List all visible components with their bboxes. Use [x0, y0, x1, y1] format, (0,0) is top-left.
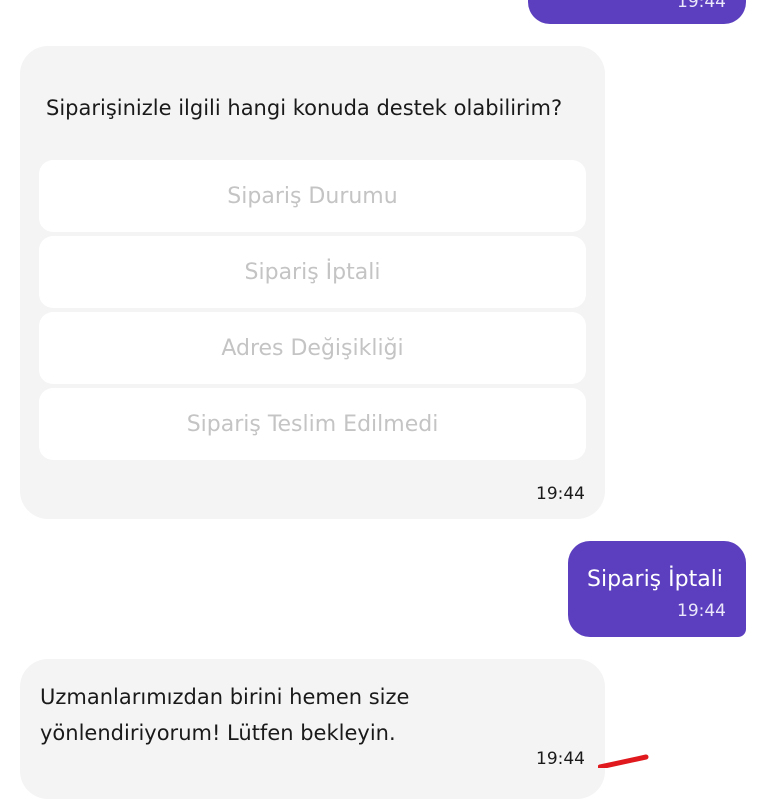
message-timestamp: 19:44: [677, 601, 726, 621]
message-timestamp: 19:44: [536, 749, 585, 769]
bot-question-bubble: Siparişinizle ilgili hangi konuda destek…: [20, 46, 605, 519]
message-timestamp: 19:44: [536, 484, 585, 504]
bot-reply-bubble: Uzmanlarımızdan birini hemen size yönlen…: [20, 659, 605, 799]
option-siparis-teslim-edilmedi[interactable]: Sipariş Teslim Edilmedi: [39, 388, 586, 460]
user-choice-bubble: Sipariş İptali 19:44: [568, 541, 746, 637]
option-siparis-durumu[interactable]: Sipariş Durumu: [39, 160, 586, 232]
option-siparis-iptali[interactable]: Sipariş İptali: [39, 236, 586, 308]
message-timestamp: 19:44: [677, 0, 726, 12]
reply-text: Uzmanlarımızdan birini hemen size yönlen…: [40, 685, 410, 745]
question-text: Siparişinizle ilgili hangi konuda destek…: [46, 96, 563, 120]
outgoing-message-bubble: 19:44: [528, 0, 746, 24]
red-annotation-mark: [598, 754, 649, 768]
option-adres-degisikligi[interactable]: Adres Değişikliği: [39, 312, 586, 384]
user-choice-text: Sipariş İptali: [587, 567, 723, 592]
